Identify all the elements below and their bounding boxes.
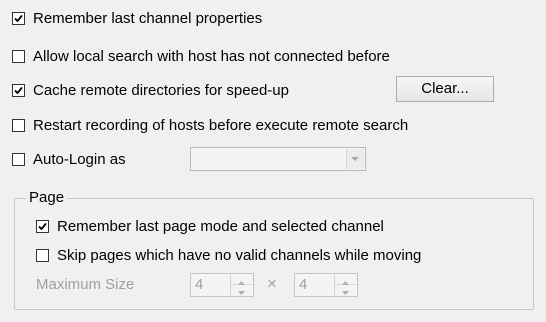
restart-recording-label: Restart recording of hosts before execut… — [33, 116, 409, 134]
checkmark-icon — [38, 222, 47, 230]
allow-local-search-checkbox[interactable] — [12, 49, 25, 63]
option-restart-recording[interactable]: Restart recording of hosts before execut… — [12, 115, 408, 135]
auto-login-label: Auto-Login as — [33, 150, 126, 168]
option-remember-channel-properties[interactable]: Remember last channel properties — [12, 8, 262, 28]
auto-login-combobox[interactable] — [190, 147, 366, 171]
allow-local-search-label: Allow local search with host has not con… — [33, 47, 390, 65]
max-size-height-up-button[interactable] — [335, 275, 356, 285]
page-group-title: Page — [26, 189, 68, 207]
remember-channel-properties-checkbox[interactable] — [12, 11, 25, 25]
skip-pages-checkbox[interactable] — [36, 248, 49, 262]
max-size-width-spinner[interactable]: 4 — [190, 273, 254, 297]
max-size-width-up-button[interactable] — [231, 275, 252, 285]
max-size-width-value: 4 — [195, 276, 204, 293]
maximum-size-label: Maximum Size — [36, 276, 135, 293]
option-skip-pages[interactable]: Skip pages which have no valid channels … — [36, 245, 421, 265]
triangle-down-icon — [342, 291, 349, 295]
checkmark-icon — [14, 86, 23, 94]
option-cache-remote-directories[interactable]: Cache remote directories for speed-up — [12, 80, 289, 100]
times-separator: × — [267, 274, 277, 293]
auto-login-checkbox[interactable] — [12, 152, 25, 166]
max-size-width-spin-buttons — [230, 275, 252, 295]
cache-remote-directories-checkbox[interactable] — [12, 83, 25, 97]
max-size-height-spinner[interactable]: 4 — [294, 273, 358, 297]
max-size-height-spin-buttons — [334, 275, 356, 295]
max-size-height-down-button[interactable] — [335, 285, 356, 295]
skip-pages-label: Skip pages which have no valid channels … — [57, 246, 422, 264]
max-size-width-down-button[interactable] — [231, 285, 252, 295]
chevron-down-icon — [351, 157, 359, 161]
cache-remote-directories-label: Cache remote directories for speed-up — [33, 81, 289, 99]
option-remember-page-mode[interactable]: Remember last page mode and selected cha… — [36, 216, 384, 236]
triangle-down-icon — [238, 291, 245, 295]
restart-recording-checkbox[interactable] — [12, 118, 25, 132]
remember-page-mode-checkbox[interactable] — [36, 219, 49, 233]
checkmark-icon — [14, 14, 23, 22]
remember-channel-properties-label: Remember last channel properties — [33, 9, 263, 27]
clear-button[interactable]: Clear... — [396, 76, 494, 102]
max-size-height-value: 4 — [299, 276, 308, 293]
option-auto-login[interactable]: Auto-Login as — [12, 149, 126, 169]
auto-login-dropdown-button[interactable] — [346, 149, 364, 169]
option-allow-local-search[interactable]: Allow local search with host has not con… — [12, 46, 390, 66]
remember-page-mode-label: Remember last page mode and selected cha… — [57, 217, 384, 235]
